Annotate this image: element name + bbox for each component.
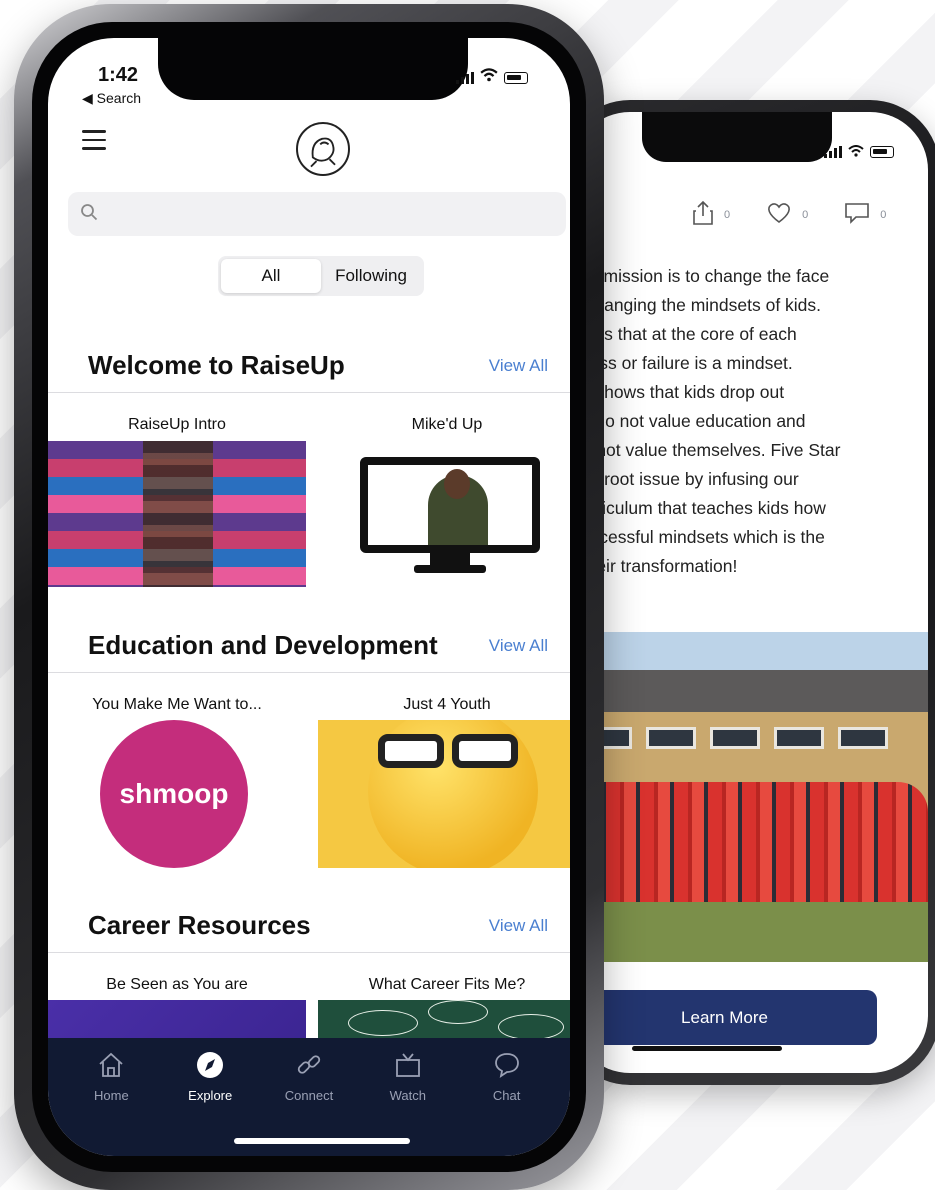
card-title: Be Seen as You are [106, 976, 248, 993]
battery-icon [504, 71, 528, 84]
card-title: You Make Me Want to... [92, 696, 262, 713]
status-bar [824, 144, 894, 160]
battery-icon [870, 146, 894, 158]
raiseup-logo [296, 122, 350, 176]
text-line: so shows that kids drop out [572, 382, 785, 402]
section-title: Career Resources [88, 910, 311, 940]
share-count: 0 [724, 208, 731, 221]
view-all-link[interactable]: View All [489, 916, 548, 936]
wifi-icon [480, 68, 498, 87]
text-line: this root issue by infusing our [572, 469, 799, 489]
text-line: y changing the mindsets of kids. [572, 295, 822, 315]
tab-label: Explore [188, 1088, 233, 1103]
home-icon [96, 1050, 126, 1080]
comment-count: 0 [880, 208, 887, 221]
card-title: Mike'd Up [411, 416, 483, 433]
front-phone-screen: 1:42 ◀ Search All Following Welcome to R… [48, 38, 570, 1156]
tab-chat[interactable]: Chat [457, 1050, 556, 1156]
notch [642, 112, 832, 162]
filter-all[interactable]: All [221, 259, 321, 293]
back-to-search-link[interactable]: ◀ Search [82, 90, 141, 107]
status-time: 1:42 [98, 64, 139, 86]
group-photo [572, 632, 928, 962]
back-phone: 0 0 0 fe's mission is to change the face… [560, 100, 935, 1085]
divider [48, 952, 570, 953]
just-4-youth-thumbnail[interactable] [318, 720, 570, 868]
feed-filter: All Following [218, 256, 424, 296]
tab-label: Chat [492, 1088, 521, 1103]
share-icon [692, 200, 714, 229]
section-title: Education and Development [88, 630, 438, 660]
like-count: 0 [802, 208, 809, 221]
search-bar[interactable] [68, 192, 566, 236]
home-indicator [632, 1046, 782, 1051]
divider [48, 672, 570, 673]
tab-label: Watch [389, 1088, 426, 1103]
home-indicator [234, 1138, 410, 1144]
text-line: ccess or failure is a mindset. [572, 353, 793, 373]
phone-bezel: 1:42 ◀ Search All Following Welcome to R… [32, 22, 586, 1172]
compass-icon [195, 1050, 225, 1080]
tab-bar: Home Explore Connect Watch Chat [48, 1038, 570, 1156]
text-line: curriculum that teaches kids how [572, 498, 826, 518]
text-line: successful mindsets which is the [572, 527, 825, 547]
view-all-link[interactable]: View All [489, 636, 548, 656]
signal-icon [456, 71, 474, 84]
text-line: hows that at the core of each [572, 324, 797, 344]
post-actions: 0 0 0 [692, 200, 886, 229]
text-line: fe's mission is to change the face [572, 266, 830, 286]
tab-label: Home [94, 1088, 129, 1103]
learn-more-button[interactable]: Learn More [572, 990, 877, 1045]
text-line: ey do not value education and [572, 411, 806, 431]
comment-action[interactable]: 0 [844, 202, 886, 227]
divider [48, 392, 570, 393]
notch [158, 38, 468, 100]
status-bar [456, 68, 528, 87]
heart-icon [766, 202, 792, 227]
comment-icon [844, 202, 870, 227]
card-title: What Career Fits Me? [368, 976, 526, 993]
link-icon [294, 1050, 324, 1080]
view-all-link[interactable]: View All [489, 356, 548, 376]
menu-button[interactable] [82, 130, 106, 156]
back-phone-screen: 0 0 0 fe's mission is to change the face… [572, 112, 928, 1073]
wifi-icon [848, 144, 864, 160]
tab-home[interactable]: Home [62, 1050, 161, 1156]
search-icon [80, 203, 98, 226]
section-title: Welcome to RaiseUp [88, 350, 345, 380]
like-action[interactable]: 0 [766, 202, 808, 227]
tv-icon [393, 1050, 423, 1080]
chat-icon [492, 1050, 522, 1080]
shmoop-thumbnail[interactable]: shmoop [48, 720, 306, 868]
card-title: RaiseUp Intro [128, 416, 226, 433]
miked-up-thumbnail[interactable] [318, 441, 570, 587]
post-body: fe's mission is to change the face y cha… [572, 262, 912, 581]
signal-icon [824, 146, 842, 158]
tab-label: Connect [284, 1088, 334, 1103]
search-input[interactable] [108, 205, 528, 223]
filter-following[interactable]: Following [321, 259, 421, 293]
share-action[interactable]: 0 [692, 200, 730, 229]
text-line: f their transformation! [572, 556, 738, 576]
front-phone: 1:42 ◀ Search All Following Welcome to R… [14, 4, 604, 1190]
text-line: do not value themselves. Five Star [572, 440, 841, 460]
card-title: Just 4 Youth [403, 696, 491, 713]
shmoop-logo: shmoop [100, 720, 248, 868]
raiseup-intro-thumbnail[interactable] [48, 441, 306, 587]
